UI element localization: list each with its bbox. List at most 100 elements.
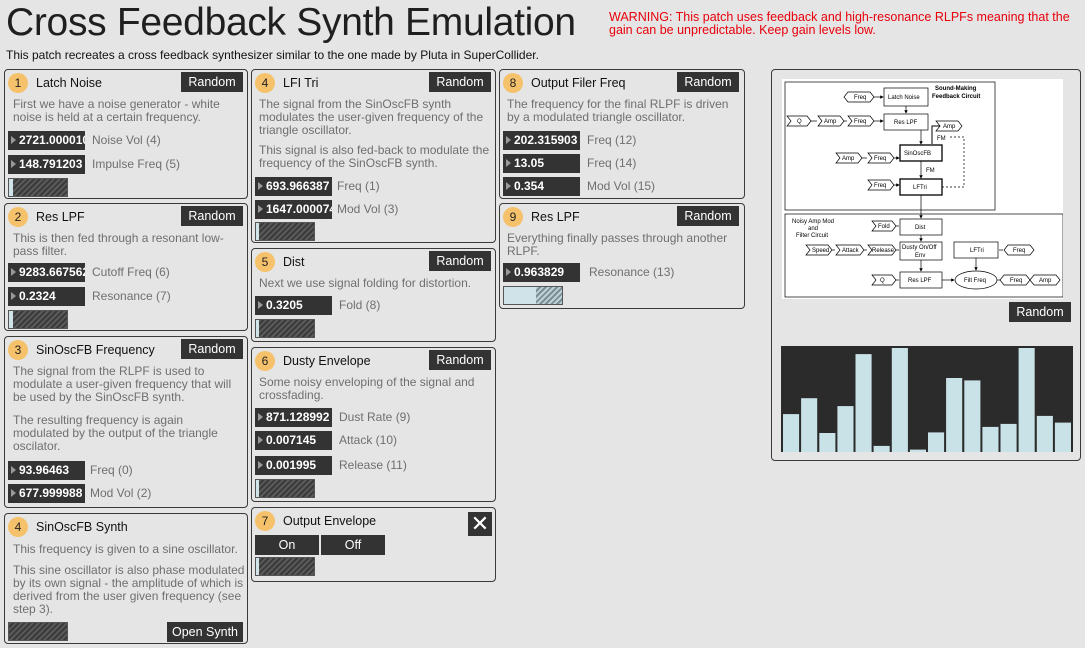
panel-description: This frequency is given to a sine oscill…: [13, 542, 238, 556]
panel-title: Latch Noise: [36, 76, 103, 90]
page-subtitle: This patch recreates a cross feedback sy…: [6, 48, 539, 62]
panel-title: SinOscFB Frequency: [36, 343, 155, 357]
warning-text: WARNING: This patch uses feedback and hi…: [609, 10, 1070, 37]
freq-12-number[interactable]: 202.315903: [503, 131, 580, 150]
bar-0[interactable]: [783, 414, 800, 452]
panel-title: Output Filer Freq: [531, 76, 626, 90]
attack-label: Attack (10): [339, 433, 398, 447]
bar-7[interactable]: [909, 449, 926, 452]
step-badge: 7: [255, 511, 275, 531]
bar-6[interactable]: [891, 348, 908, 452]
diagram-node-freq: Freq: [854, 95, 866, 101]
step-badge: 3: [8, 340, 28, 360]
step-badge: 2: [8, 207, 28, 227]
fold-number[interactable]: 0.3205: [255, 296, 332, 315]
bar-4[interactable]: [855, 354, 872, 452]
random-button[interactable]: Random: [181, 339, 243, 359]
panel-description: Next we use signal folding for distortio…: [259, 276, 472, 290]
diagram-node-attack: Attack: [842, 248, 860, 254]
diagram-node-amp-3: Amp: [842, 156, 855, 162]
fold-label: Fold (8): [339, 298, 381, 312]
noise-vol-number[interactable]: 2721.000010: [8, 131, 85, 150]
random-button[interactable]: Random: [181, 206, 243, 226]
bar-3[interactable]: [837, 406, 854, 452]
bar-9[interactable]: [946, 378, 963, 452]
panel-title: Res LPF: [531, 210, 580, 224]
bar-11[interactable]: [982, 426, 999, 452]
panel-latch-noise: 1 Latch Noise Random First we have a nois…: [4, 69, 248, 199]
bar-1[interactable]: [801, 398, 818, 452]
bar-13[interactable]: [1018, 348, 1035, 452]
diagram-node-freq-2: Freq: [854, 119, 866, 125]
impulse-freq-number[interactable]: 148.791203: [8, 155, 85, 174]
panel-description: Some noisy enveloping of the signal and …: [259, 375, 475, 402]
level-meter: [255, 479, 315, 498]
bar-2[interactable]: [819, 433, 836, 452]
freq-number[interactable]: 93.96463: [8, 461, 85, 480]
diagram-svg: Sound-Making Feedback Circuit Noisy Amp M…: [784, 81, 1064, 298]
panel-title: Dusty Envelope: [283, 354, 371, 368]
bar-12[interactable]: [1000, 423, 1017, 452]
step-badge: 5: [255, 252, 275, 272]
bar-5[interactable]: [873, 445, 890, 452]
resonance-number[interactable]: 0.2324: [8, 287, 85, 306]
bar-10[interactable]: [964, 380, 981, 452]
panel-description-2: The resulting frequency is again modulat…: [13, 413, 218, 453]
signal-flow-diagram: Sound-Making Feedback Circuit Noisy Amp M…: [782, 79, 1064, 299]
freq-14-label: Freq (14): [587, 156, 637, 170]
panel-title: LFI Tri: [283, 76, 319, 90]
level-meter: [503, 286, 563, 305]
bar-8[interactable]: [928, 432, 945, 452]
resonance-number[interactable]: 0.963829: [503, 263, 580, 282]
random-button[interactable]: Random: [429, 350, 491, 370]
step-badge: 6: [255, 351, 275, 371]
freq-number[interactable]: 693.966387: [255, 177, 332, 196]
panel-description: The frequency for the final RLPF is driv…: [507, 97, 729, 124]
freq-14-number[interactable]: 13.05: [503, 154, 580, 173]
panel-sinoscfb-synth: 4 SinOscFB Synth This frequency is given …: [4, 513, 248, 644]
random-button[interactable]: Random: [677, 206, 739, 226]
mod-vol-number[interactable]: 0.354: [503, 177, 580, 196]
dust-rate-label: Dust Rate (9): [339, 410, 411, 424]
diagram-node-amp-2: Amp: [943, 124, 956, 130]
mod-vol-label: Mod Vol (15): [587, 179, 656, 193]
diagram-node-freq-3: Freq: [874, 156, 886, 162]
on-button[interactable]: On: [255, 535, 319, 555]
diagram-node-freq-4: Freq: [874, 183, 886, 189]
panel-title: Res LPF: [36, 210, 85, 224]
close-icon[interactable]: ✕: [468, 512, 492, 536]
impulse-freq-label: Impulse Freq (5): [92, 157, 181, 171]
random-button[interactable]: Random: [429, 251, 491, 271]
panel-title: Output Envelope: [283, 514, 377, 528]
cutoff-freq-number[interactable]: 9283.667562: [8, 263, 85, 282]
freq-12-label: Freq (12): [587, 133, 637, 147]
open-synth-button[interactable]: Open Synth: [167, 622, 243, 642]
page-title: Cross Feedback Synth Emulation: [6, 1, 576, 44]
mod-vol-number[interactable]: 677.999988: [8, 484, 85, 503]
attack-number[interactable]: 0.007145: [255, 431, 332, 450]
random-button[interactable]: Random: [677, 72, 739, 92]
random-all-button[interactable]: Random: [1009, 302, 1071, 322]
diagram-node-q: Q: [797, 119, 802, 125]
bar-14[interactable]: [1036, 415, 1053, 452]
dust-rate-number[interactable]: 871.128992: [255, 408, 332, 427]
mod-vol-label: Mod Vol (2): [90, 486, 152, 500]
diagram-node-fold: Fold: [878, 224, 890, 230]
cutoff-freq-label: Cutoff Freq (6): [92, 265, 170, 279]
panel-description: First we have a noise generator - white …: [13, 97, 220, 124]
step-badge: 1: [8, 73, 28, 93]
freq-label: Freq (1): [337, 179, 380, 193]
random-button[interactable]: Random: [181, 72, 243, 92]
bar-15[interactable]: [1054, 422, 1071, 452]
diagram-node-filt-freq: Filt Freq: [964, 278, 986, 284]
mod-vol-number[interactable]: 1647.000074: [255, 200, 332, 219]
random-button[interactable]: Random: [429, 72, 491, 92]
diagram-node-dist: Dist: [915, 225, 926, 231]
parameter-bar-chart[interactable]: [781, 346, 1073, 452]
diagram-node-speed: Speed: [812, 248, 829, 254]
off-button[interactable]: Off: [321, 535, 385, 555]
release-number[interactable]: 0.001995: [255, 456, 332, 475]
panel-res-lpf-final: 9 Res LPF Random Everything finally passe…: [499, 203, 745, 309]
level-meter: [255, 222, 315, 241]
diagram-node-lftri: LFTri: [913, 185, 927, 191]
